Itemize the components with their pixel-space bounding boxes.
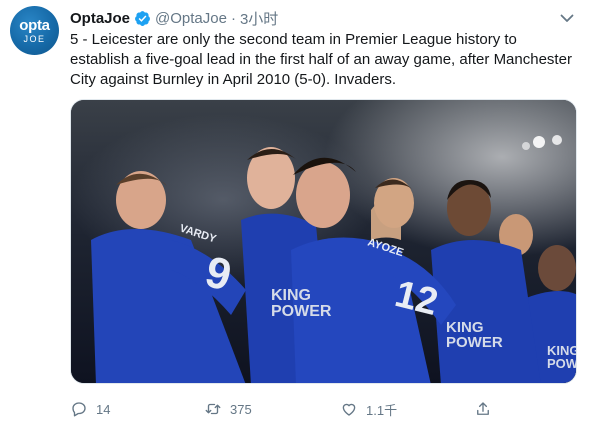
tweet-card[interactable]: opta JOE OptaJoe @OptaJoe · 3小时 5 - Leic… [0,0,589,427]
verified-badge-icon [135,10,150,26]
like-count: 1.1千 [366,402,398,418]
retweet-count: 375 [230,401,252,417]
timestamp[interactable]: 3小时 [240,8,278,29]
avatar-logo-top: opta [19,16,50,34]
retweet-button[interactable]: 375 [204,398,252,420]
sponsor-logo-c: KINGPOWER [547,343,577,371]
avatar[interactable]: opta JOE [10,6,59,55]
reply-button[interactable]: 14 [70,398,110,420]
heart-icon [342,403,356,416]
avatar-logo-bottom: JOE [23,33,46,44]
photo-leicester-players-celebrating-icon: VARDY 9 AYOZE 12 KING POWER KING POWER KIN… [71,100,577,383]
reply-icon [72,402,86,417]
share-icon [477,402,489,415]
retweet-icon [205,403,221,415]
chevron-down-icon[interactable] [559,10,575,26]
reply-count: 14 [96,401,111,417]
separator-dot: · [230,9,236,27]
display-name[interactable]: OptaJoe [70,10,130,27]
tweet-photo[interactable]: VARDY 9 AYOZE 12 KING POWER KING POWER KIN… [70,99,577,384]
like-button[interactable]: 1.1千 [340,398,397,420]
tweet-actions: 14 375 1.1千 [70,398,580,420]
tweet-header: OptaJoe @OptaJoe · 3小时 [70,8,278,28]
tweet-text: 5 - Leicester are only the second team i… [70,31,572,88]
user-handle[interactable]: @OptaJoe [155,10,227,27]
share-button[interactable] [474,398,492,420]
